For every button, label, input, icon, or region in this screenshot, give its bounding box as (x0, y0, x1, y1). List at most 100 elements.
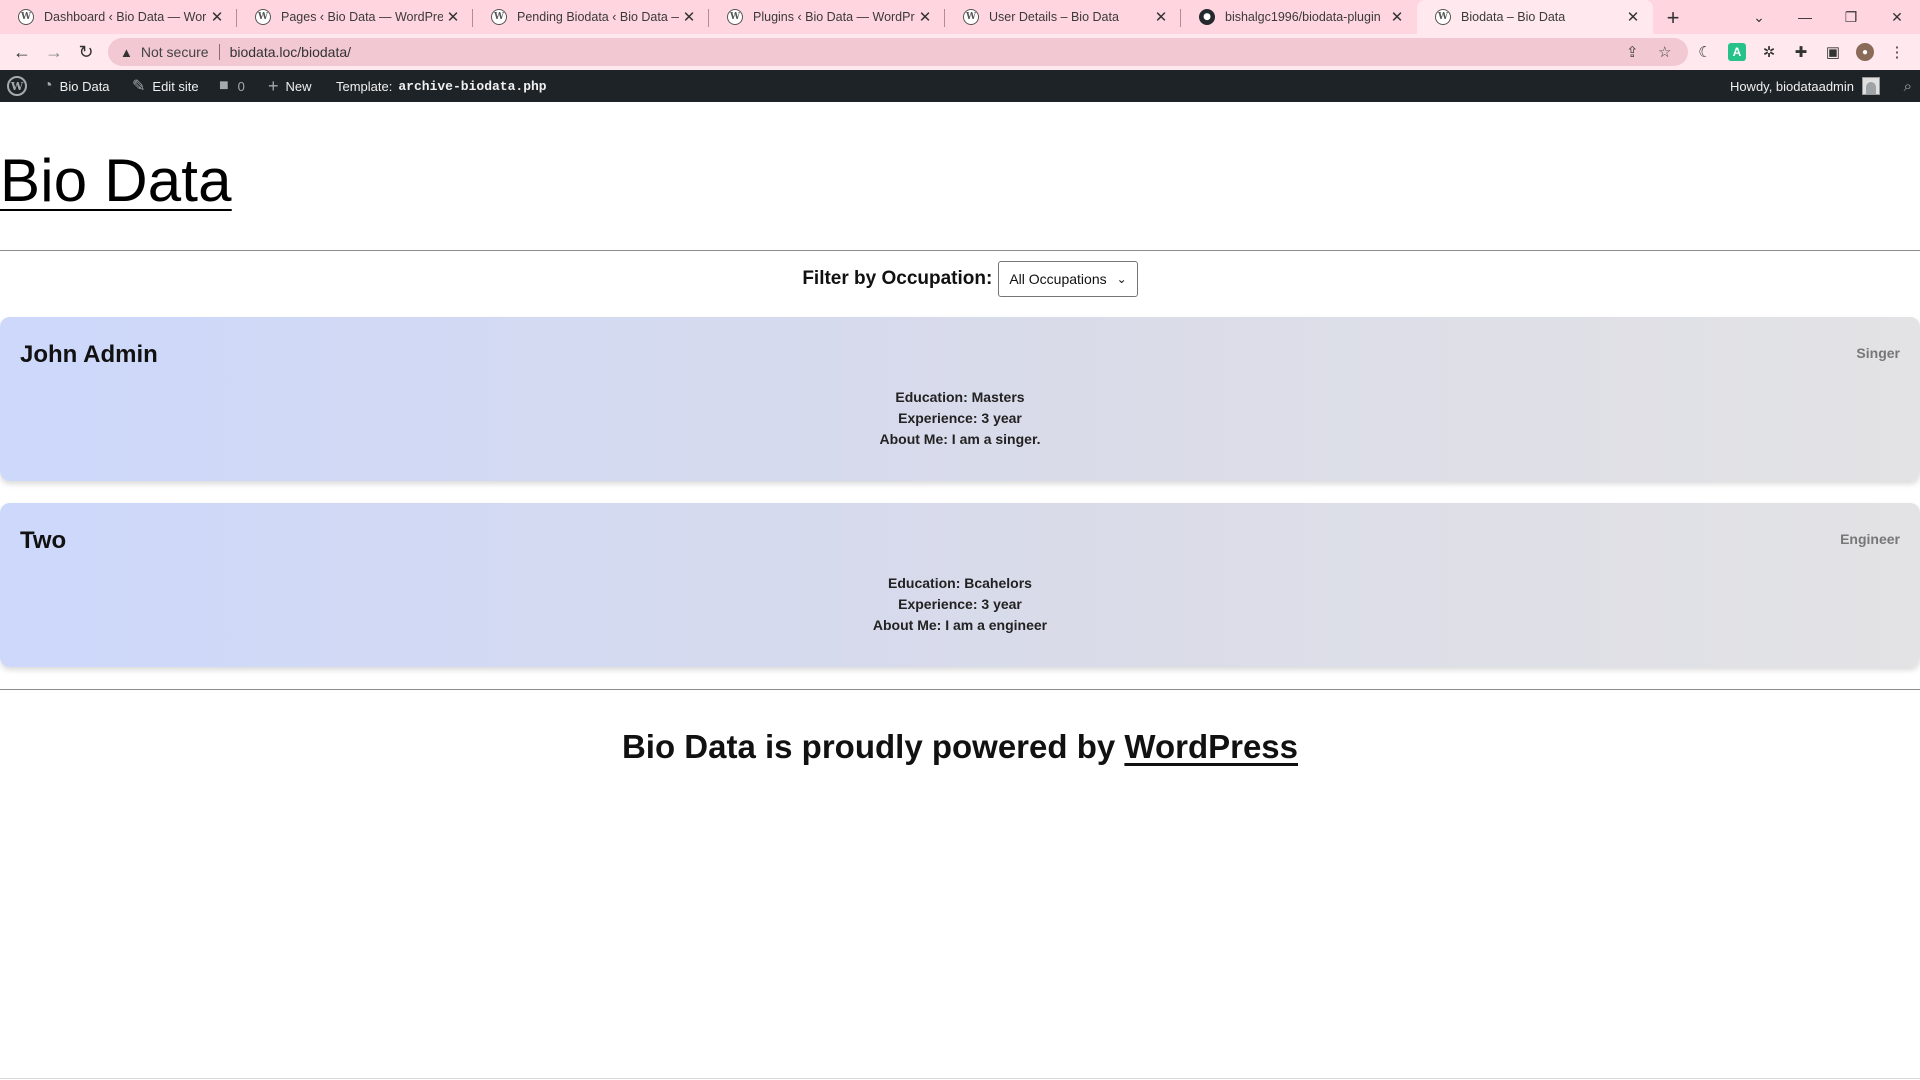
comment-bubble-icon: ■ (219, 77, 229, 94)
tab-title: bishalgc1996/biodata-plugin (1225, 10, 1381, 24)
extension-c-icon[interactable]: ☾ (1696, 43, 1714, 61)
profile-avatar-icon[interactable]: ● (1856, 43, 1874, 61)
tab-title: Pages ‹ Bio Data — WordPress (281, 10, 443, 24)
card-name: John Admin (20, 341, 158, 368)
warning-icon[interactable]: ▲ (120, 45, 133, 60)
url-text[interactable]: biodata.loc/biodata/ (230, 44, 351, 60)
wordpress-icon: W (7, 76, 27, 96)
card-name: Two (20, 527, 67, 554)
browser-tab[interactable]: W Pending Biodata ‹ Bio Data — WordPress… (473, 0, 709, 34)
card-occupation: Engineer (1840, 531, 1900, 547)
bottom-divider (0, 1078, 1920, 1079)
close-icon[interactable]: ✕ (679, 7, 699, 27)
template-file: archive-biodata.php (398, 78, 547, 94)
close-icon[interactable]: ✕ (1387, 7, 1407, 27)
close-icon[interactable]: ✕ (207, 7, 227, 27)
my-account-menu[interactable]: Howdy, biodataadmin (1730, 70, 1880, 102)
back-arrow-icon[interactable]: ← (8, 38, 36, 66)
occupation-filter: Filter by Occupation: All Occupations ⌄ (0, 261, 1920, 297)
tab-search-chevron-icon[interactable]: ⌄ (1736, 0, 1782, 34)
tab-title: User Details – Bio Data (989, 10, 1119, 24)
wordpress-icon: W (491, 9, 507, 25)
wp-logo-menu[interactable]: W (7, 70, 27, 102)
wordpress-link[interactable]: WordPress (1124, 728, 1298, 765)
kebab-menu-icon[interactable]: ⋮ (1888, 43, 1906, 61)
minimize-button[interactable]: — (1782, 0, 1828, 34)
card-experience: Experience: 3 year (898, 596, 1022, 612)
close-icon[interactable]: ✕ (1623, 7, 1643, 27)
puzzle-icon[interactable]: ✚ (1792, 43, 1810, 61)
card-details: Education: Masters Experience: 3 year Ab… (0, 387, 1920, 450)
browser-tab[interactable]: ● bishalgc1996/biodata-plugin ✕ (1181, 0, 1417, 34)
close-icon[interactable]: ✕ (1151, 7, 1171, 27)
dashboard-gauge-icon: ◔ (43, 77, 53, 94)
extension-a-icon[interactable]: A (1728, 43, 1746, 61)
tab-title: Dashboard ‹ Bio Data — WordPress (44, 10, 207, 24)
plus-icon: + (268, 75, 279, 96)
close-icon[interactable]: ✕ (443, 7, 463, 27)
footer-divider (0, 689, 1920, 690)
new-content-link[interactable]: + New (268, 70, 312, 102)
template-info: Template: archive-biodata.php (336, 70, 547, 102)
template-label: Template: (336, 78, 393, 94)
wordpress-icon: W (255, 9, 271, 25)
close-icon[interactable]: ✕ (915, 7, 935, 27)
address-bar[interactable]: ▲ Not secure biodata.loc/biodata/ ⇪ ☆ (108, 38, 1688, 66)
brush-icon: ✎ (132, 78, 146, 95)
chevron-down-icon: ⌄ (1116, 272, 1127, 286)
howdy-label: Howdy, biodataadmin (1729, 78, 1854, 94)
biodata-card: John Admin Singer Education: Masters Exp… (0, 317, 1920, 481)
site-title-link[interactable]: Bio Data (0, 146, 232, 215)
forward-arrow-icon[interactable]: → (40, 38, 68, 66)
side-panel-icon[interactable]: ▣ (1824, 43, 1842, 61)
close-window-button[interactable]: ✕ (1874, 0, 1920, 34)
wordpress-icon: W (18, 9, 34, 25)
edit-site-link[interactable]: ✎ Edit site (132, 70, 199, 102)
admin-search[interactable]: ⌕ (1904, 70, 1912, 102)
site-footer: Bio Data is proudly powered by WordPress (0, 728, 1920, 766)
extension-gear-icon[interactable]: ✲ (1760, 43, 1778, 61)
wordpress-icon: W (1435, 9, 1451, 25)
card-details: Education: Bcahelors Experience: 3 year … (0, 573, 1920, 636)
reload-icon[interactable]: ↻ (72, 38, 100, 66)
search-icon: ⌕ (1903, 77, 1912, 95)
browser-tab[interactable]: W User Details – Bio Data ✕ (945, 0, 1181, 34)
browser-tab[interactable]: W Dashboard ‹ Bio Data — WordPress ✕ (0, 0, 237, 34)
browser-tab[interactable]: W Pages ‹ Bio Data — WordPress ✕ (237, 0, 473, 34)
card-occupation: Singer (1856, 345, 1900, 361)
browser-toolbar: ← → ↻ ▲ Not secure biodata.loc/biodata/ … (0, 34, 1920, 70)
tab-title: Plugins ‹ Bio Data — WordPress (753, 10, 915, 24)
card-about: About Me: I am a singer. (879, 431, 1041, 447)
occupation-select[interactable]: All Occupations ⌄ (998, 261, 1138, 297)
card-education: Education: Masters (895, 389, 1025, 405)
tab-title: Pending Biodata ‹ Bio Data — WordPress (517, 10, 679, 24)
header-divider (0, 250, 1920, 251)
wp-admin-bar: W ◔ Bio Data ✎ Edit site ■ 0 + New Templ… (0, 70, 1920, 102)
restore-button[interactable]: ❐ (1828, 0, 1874, 34)
browser-tab[interactable]: W Plugins ‹ Bio Data — WordPress ✕ (709, 0, 945, 34)
site-name-label: Bio Data (59, 78, 110, 94)
browser-tab-active[interactable]: W Biodata – Bio Data ✕ (1417, 0, 1653, 34)
card-about: About Me: I am a engineer (872, 617, 1048, 633)
comments-count: 0 (237, 78, 245, 94)
security-label[interactable]: Not secure (141, 44, 209, 60)
wordpress-icon: W (963, 9, 979, 25)
tab-title: Biodata – Bio Data (1461, 10, 1566, 24)
share-icon[interactable]: ⇪ (1626, 43, 1639, 61)
filter-label: Filter by Occupation: (802, 268, 993, 289)
omnibox-divider (218, 44, 220, 60)
bookmark-star-icon[interactable]: ☆ (1658, 43, 1671, 61)
footer-text: Bio Data is proudly powered by (621, 728, 1116, 765)
occupation-select-value: All Occupations (1009, 271, 1107, 287)
comments-link[interactable]: ■ 0 (219, 70, 245, 102)
card-experience: Experience: 3 year (898, 410, 1022, 426)
user-avatar-icon (1862, 77, 1880, 95)
new-tab-button[interactable]: + (1660, 5, 1686, 31)
biodata-card: Two Engineer Education: Bcahelors Experi… (0, 503, 1920, 667)
wordpress-icon: W (727, 9, 743, 25)
card-education: Education: Bcahelors (888, 575, 1032, 591)
admin-site-name[interactable]: ◔ Bio Data (43, 70, 110, 102)
github-icon: ● (1199, 9, 1215, 25)
new-label: New (285, 78, 312, 94)
edit-site-label: Edit site (152, 78, 199, 94)
